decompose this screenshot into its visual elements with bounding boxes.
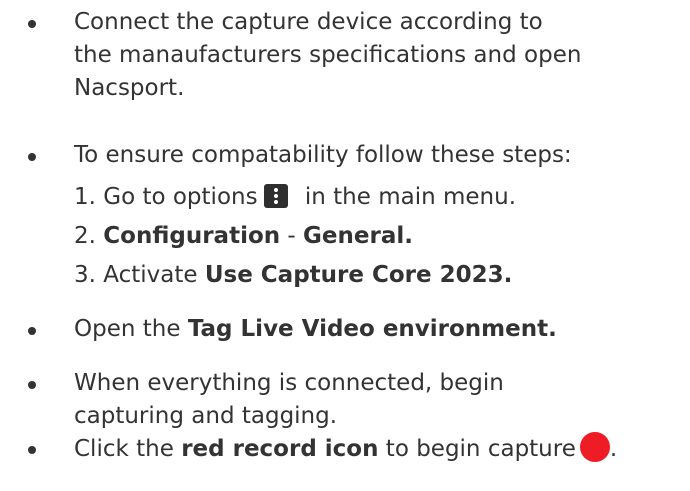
bullet-icon xyxy=(28,153,36,161)
item-text: Open the Tag Live Video environment. xyxy=(74,313,674,346)
substep: 2. Configuration - General. xyxy=(74,220,674,253)
item-text: When everything is connected, begin capt… xyxy=(74,367,674,433)
record-icon xyxy=(579,432,610,462)
substep: 1. Go to options in the main menu. xyxy=(74,181,674,214)
substep-bold: Configuration xyxy=(103,223,281,249)
substep-text: in the main menu. xyxy=(297,184,517,210)
bullet-icon xyxy=(28,381,36,389)
item-text-part: Open the xyxy=(74,316,188,342)
substep-text: 3. Activate xyxy=(74,262,205,288)
item-bold: red record icon xyxy=(181,436,379,462)
item-text-part: Click the xyxy=(74,436,182,462)
substep-bold: General. xyxy=(303,223,413,249)
substep-bold: Use Capture Core 2023. xyxy=(204,262,513,288)
item-line: capturing and tagging. xyxy=(74,403,338,429)
item-text: Click the red record icon to begin captu… xyxy=(74,432,674,466)
substep: 3. Activate Use Capture Core 2023. xyxy=(74,259,674,292)
substep-text: 1. Go to options xyxy=(74,184,258,210)
item-text-part: . xyxy=(609,436,618,462)
options-kebab-icon xyxy=(263,184,288,208)
item-line: Connect the capture device according to xyxy=(74,9,543,35)
item-line: Nacsport. xyxy=(74,75,185,101)
substep-text: 2. xyxy=(74,223,104,249)
item-text-part: to begin capture xyxy=(378,436,576,462)
item-text: To ensure compatability follow these ste… xyxy=(74,142,572,168)
substep-text: - xyxy=(280,223,304,249)
item-bold: Tag Live Video environment. xyxy=(187,316,557,342)
bullet-icon xyxy=(28,446,36,454)
bullet-icon xyxy=(28,20,36,28)
item-text: Connect the capture device according to … xyxy=(74,6,674,105)
bullet-icon xyxy=(28,327,36,335)
item-line: the manaufacturers specifications and op… xyxy=(74,42,582,68)
item-line: When everything is connected, begin xyxy=(74,370,504,396)
